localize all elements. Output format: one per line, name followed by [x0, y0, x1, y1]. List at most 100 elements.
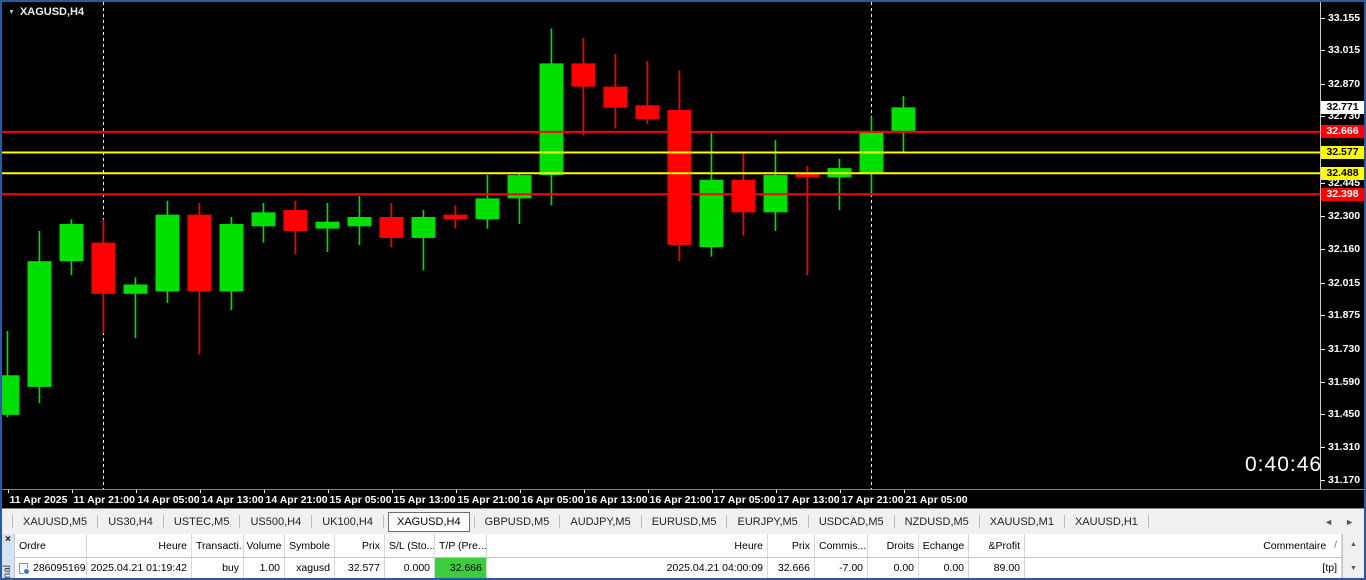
tabs-scroll-left-icon[interactable]: ◄ [1324, 517, 1333, 527]
column-header-echange[interactable]: Echange [919, 534, 969, 557]
order-row[interactable]: 2860951692025.04.21 01:19:42buy1.00xagus… [15, 558, 1342, 578]
order-cell-12[interactable]: 0.00 [919, 558, 969, 578]
tab-separator [97, 515, 98, 528]
order-cell-3[interactable]: 1.00 [244, 558, 285, 578]
terminal-vertical-tab[interactable]: × nal [2, 534, 15, 578]
tabs-scroll-right-icon[interactable]: ► [1345, 517, 1354, 527]
tab-separator [641, 515, 642, 528]
chart-tab-xauusd-m1[interactable]: XAUUSD,M1 [982, 512, 1062, 532]
time-tick-label: 17 Apr 21:00 [842, 494, 904, 506]
candle-body [572, 63, 596, 86]
column-header-ordre[interactable]: Ordre [15, 534, 87, 557]
column-header-symbole[interactable]: Symbole [285, 534, 335, 557]
time-tick-mark [776, 490, 777, 493]
chart-tab-audjpy-m5[interactable]: AUDJPY,M5 [562, 512, 638, 532]
column-header-heure[interactable]: Heure [487, 534, 768, 557]
time-tick-label: 16 Apr 05:00 [522, 494, 584, 506]
candle-body [124, 284, 148, 293]
time-tick-mark [904, 490, 905, 493]
price-tick-label: 31.170 [1328, 474, 1360, 486]
time-tick-label: 17 Apr 13:00 [778, 494, 840, 506]
close-icon[interactable]: × [5, 534, 11, 546]
price-axis[interactable]: 33.15533.01532.87032.73032.44532.30032.1… [1320, 2, 1364, 508]
chart-tab-us30-h4[interactable]: US30,H4 [100, 512, 161, 532]
tab-separator [163, 515, 164, 528]
tab-separator [383, 515, 384, 528]
chart-tab-uk100-h4[interactable]: UK100,H4 [314, 512, 381, 532]
table-scrollbar[interactable]: ▲ ▼ [1342, 534, 1364, 578]
candle-body [220, 224, 244, 291]
order-cell-13[interactable]: 89.00 [969, 558, 1025, 578]
time-tick-mark [200, 490, 201, 493]
column-header-commentaire[interactable]: Commentaire/ [1025, 534, 1342, 557]
chart-tab-xauusd-h1[interactable]: XAUUSD,H1 [1067, 512, 1146, 532]
candle-countdown-timer: 0:40:46 [1245, 453, 1322, 477]
time-tick-label: 14 Apr 13:00 [202, 494, 264, 506]
tab-separator [1064, 515, 1065, 528]
candle-body [636, 105, 660, 119]
scroll-up-icon[interactable]: ▲ [1343, 537, 1364, 551]
column-header-prix[interactable]: Prix [768, 534, 815, 557]
price-tick-mark [1321, 183, 1325, 184]
column-header-droits[interactable]: Droits [868, 534, 919, 557]
order-cell-1[interactable]: 2025.04.21 01:19:42 [87, 558, 192, 578]
candle-body [316, 222, 340, 229]
price-tick-label: 31.875 [1328, 309, 1360, 321]
tab-separator [808, 515, 809, 528]
candlestick-plot[interactable] [2, 2, 1320, 489]
price-tick-label: 31.730 [1328, 343, 1360, 355]
time-tick-mark [136, 490, 137, 493]
sort-indicator: / [1334, 540, 1337, 551]
order-cell-2[interactable]: buy [192, 558, 244, 578]
order-cell-0[interactable]: 286095169 [15, 558, 87, 578]
price-tick-mark [1321, 84, 1325, 85]
order-cell-4[interactable]: xagusd [285, 558, 335, 578]
time-tick-mark [712, 490, 713, 493]
price-tick-label: 32.160 [1328, 243, 1360, 255]
time-tick-mark [8, 490, 9, 493]
candle-body [28, 261, 52, 387]
chart-symbol-label[interactable]: ▼ XAGUSD,H4 [8, 6, 84, 18]
candle-body [412, 217, 436, 238]
chart-tab-us500-h4[interactable]: US500,H4 [242, 512, 309, 532]
chart-tab-gbpusd-m5[interactable]: GBPUSD,M5 [477, 512, 558, 532]
order-cell-14[interactable]: [tp] [1025, 558, 1342, 578]
price-badge: 32.771 [1321, 101, 1364, 114]
tab-separator [311, 515, 312, 528]
order-cell-9[interactable]: 32.666 [768, 558, 815, 578]
chart-tab-usdcad-m5[interactable]: USDCAD,M5 [811, 512, 892, 532]
time-axis[interactable]: 11 Apr 202511 Apr 21:0014 Apr 05:0014 Ap… [2, 489, 1364, 508]
price-badge: 32.488 [1321, 167, 1364, 180]
price-tick-mark [1321, 283, 1325, 284]
price-badge: 32.398 [1321, 188, 1364, 201]
column-header-heure[interactable]: Heure [87, 534, 192, 557]
order-cell-5[interactable]: 32.577 [335, 558, 385, 578]
chart-area[interactable]: ▼ XAGUSD,H4 0:40:46 33.15533.01532.87032… [2, 2, 1364, 508]
column-header-prix[interactable]: Prix [335, 534, 385, 557]
column-header-transacti-[interactable]: Transacti... [192, 534, 244, 557]
column-header-commis-[interactable]: Commis... [815, 534, 868, 557]
column-header--profit[interactable]: &Profit [969, 534, 1025, 557]
order-cell-8[interactable]: 2025.04.21 04:00:09 [487, 558, 768, 578]
terminal-window: ▼ XAGUSD,H4 0:40:46 33.15533.01532.87032… [0, 0, 1366, 580]
chart-tab-nzdusd-m5[interactable]: NZDUSD,M5 [897, 512, 977, 532]
column-header-t-p-pre-[interactable]: T/P (Pre... [435, 534, 487, 557]
chart-tabs: XAUUSD,M5US30,H4USTEC,M5US500,H4UK100,H4… [10, 509, 1151, 534]
column-header-volume[interactable]: Volume [244, 534, 285, 557]
order-cell-6[interactable]: 0.000 [385, 558, 435, 578]
price-tick-mark [1321, 414, 1325, 415]
price-badge: 32.577 [1321, 146, 1364, 159]
price-tick-label: 31.310 [1328, 441, 1360, 453]
order-cell-10[interactable]: -7.00 [815, 558, 868, 578]
chart-tab-ustec-m5[interactable]: USTEC,M5 [166, 512, 238, 532]
tab-separator [726, 515, 727, 528]
chart-tab-eurjpy-m5[interactable]: EURJPY,M5 [729, 512, 805, 532]
order-cell-11[interactable]: 0.00 [868, 558, 919, 578]
order-cell-7[interactable]: 32.666 [435, 558, 487, 578]
price-tick-mark [1321, 315, 1325, 316]
scroll-down-icon[interactable]: ▼ [1343, 561, 1364, 575]
chart-tab-eurusd-m5[interactable]: EURUSD,M5 [644, 512, 725, 532]
chart-tab-xagusd-h4[interactable]: XAGUSD,H4 [388, 512, 470, 532]
chart-tab-xauusd-m5[interactable]: XAUUSD,M5 [15, 512, 95, 532]
column-header-s-l-sto-[interactable]: S/L (Sto... [385, 534, 435, 557]
